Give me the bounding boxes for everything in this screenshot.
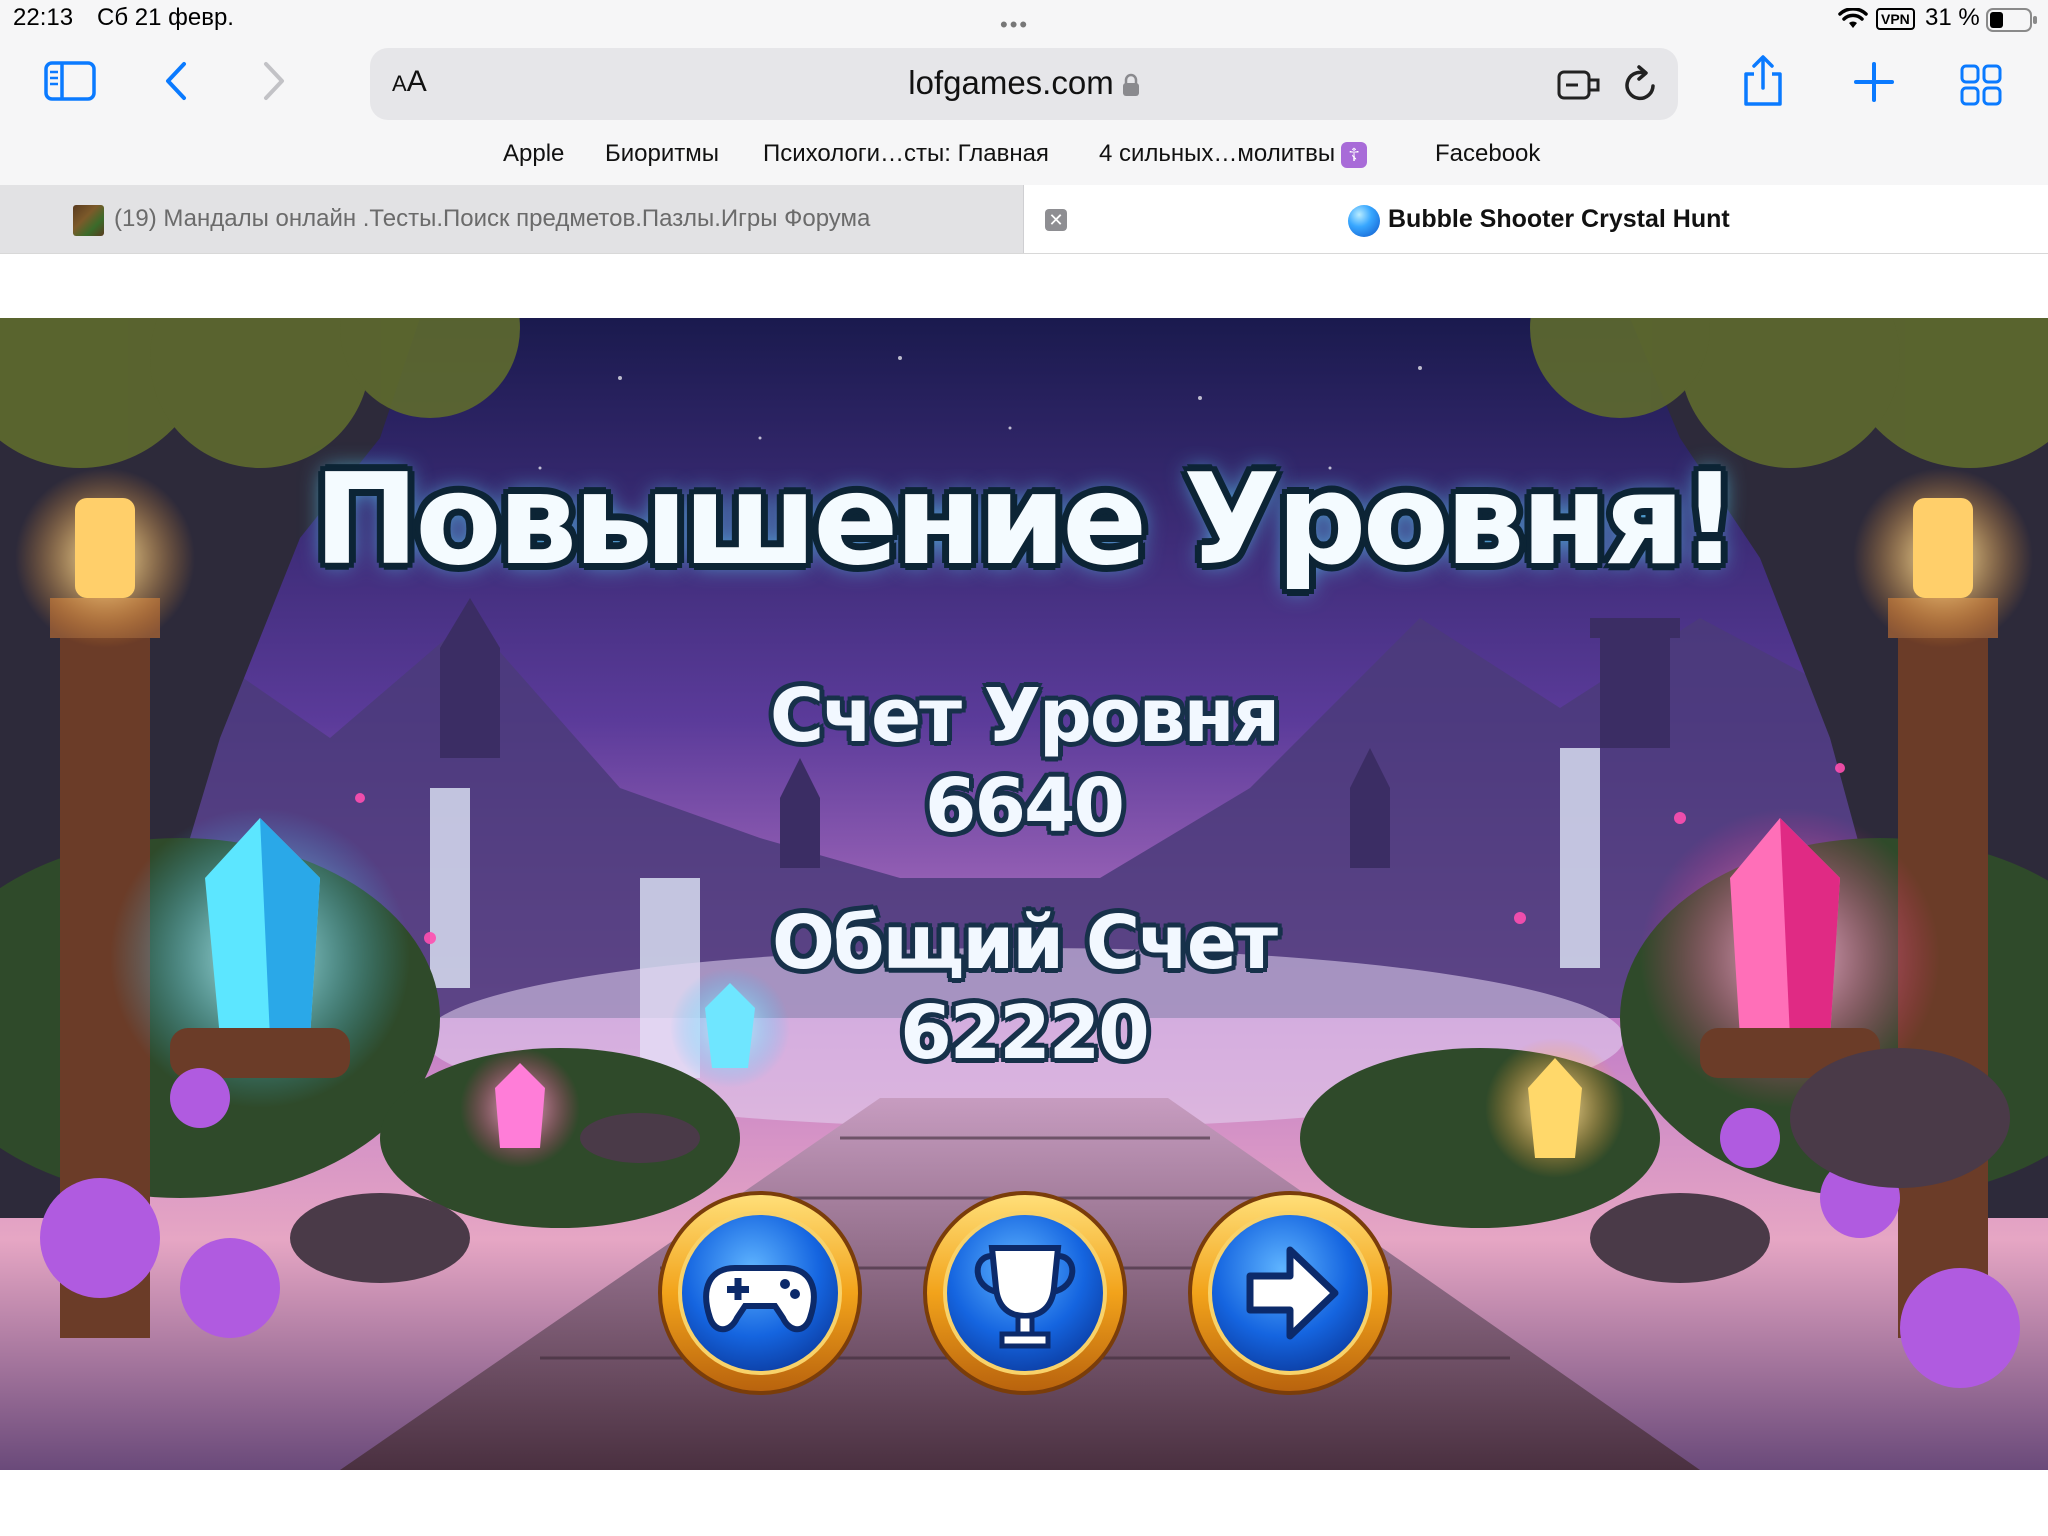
tab-bar: (19) Мандалы онлайн .Тесты.Поиск предмет…: [0, 185, 2048, 254]
vpn-badge: VPN: [1876, 8, 1915, 30]
favorites-bar: Apple Биоритмы Психологи…сты: Главная 4 …: [0, 130, 2048, 185]
bookmark-facebook[interactable]: Facebook: [1435, 140, 1540, 168]
back-icon[interactable]: [160, 58, 190, 104]
url-text: lofgames.com: [908, 64, 1114, 101]
tab-bubble-shooter[interactable]: Bubble Shooter Crystal Hunt: [1024, 185, 2048, 253]
new-tab-icon[interactable]: [1852, 60, 1896, 104]
bookmark-biorhythms[interactable]: Биоритмы: [605, 140, 719, 168]
play-button[interactable]: [655, 1188, 865, 1398]
url-field[interactable]: lofgames.com: [370, 64, 1678, 102]
battery-icon: [1986, 8, 2037, 32]
level-score-value: 6640: [925, 763, 1125, 849]
level-up-title: Повышение Уровня!: [313, 446, 1739, 593]
battery-percent: 31 %: [1925, 4, 1980, 31]
tab-mandalas[interactable]: (19) Мандалы онлайн .Тесты.Поиск предмет…: [0, 185, 1024, 253]
lock-icon: [1122, 74, 1139, 97]
bookmark-apple[interactable]: Apple: [503, 140, 564, 168]
game-canvas[interactable]: Повышение Уровня! Счет Уровня 6640 Общий…: [0, 318, 2048, 1470]
cross-icon: ☦: [1341, 141, 1368, 168]
wifi-icon: [1838, 8, 1868, 28]
tab-bubble-shooter-title: Bubble Shooter Crystal Hunt: [1388, 205, 1730, 233]
forward-icon[interactable]: [260, 58, 290, 104]
multitasking-dots-icon[interactable]: •••: [1000, 12, 1029, 38]
sidebar-icon[interactable]: [44, 58, 96, 104]
share-icon[interactable]: [1740, 54, 1786, 108]
leaderboard-button[interactable]: [920, 1188, 1130, 1398]
status-time: 22:13: [13, 4, 74, 31]
mandalas-favicon-icon: [73, 205, 104, 236]
tab-overview-icon[interactable]: [1960, 64, 2002, 106]
reload-icon[interactable]: [1622, 64, 1660, 104]
total-score-value: 62220: [900, 990, 1149, 1076]
next-level-button[interactable]: [1185, 1188, 1395, 1398]
address-bar[interactable]: AA lofgames.com: [370, 48, 1678, 120]
total-score-label: Общий Счет: [771, 900, 1278, 986]
tab-mandalas-title: (19) Мандалы онлайн .Тесты.Поиск предмет…: [114, 205, 871, 232]
level-score-label: Счет Уровня: [769, 673, 1280, 759]
picture-in-picture-icon[interactable]: [1556, 68, 1602, 102]
bookmark-prayers-label: 4 сильных…молитвы: [1099, 140, 1336, 167]
status-date: Сб 21 февр.: [97, 4, 234, 31]
bookmark-psychology[interactable]: Психологи…сты: Главная: [763, 140, 1049, 168]
bubble-favicon-icon: [1348, 205, 1380, 237]
status-bar: 22:13 Сб 21 февр. ••• VPN 31 %: [0, 0, 2048, 40]
bookmark-prayers[interactable]: 4 сильных…молитвы ☦: [1099, 140, 1368, 168]
